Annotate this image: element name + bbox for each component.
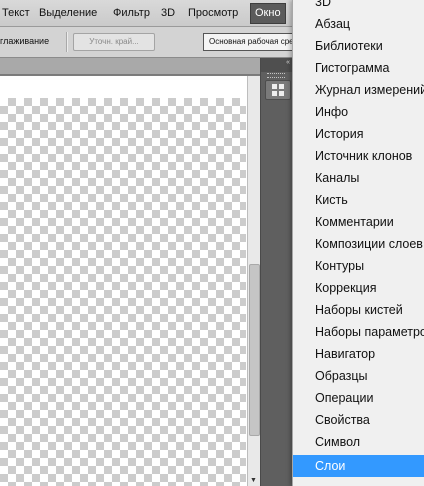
scroll-thumb[interactable]	[249, 264, 260, 436]
smoothing-label: глаживание	[0, 36, 50, 46]
menu-window[interactable]: Окно	[250, 3, 286, 24]
arrow-down-icon[interactable]: ▼	[250, 477, 257, 484]
menu-item-adjustments[interactable]: Коррекция	[293, 277, 424, 299]
dock-header: «	[261, 58, 293, 72]
menu-item-info[interactable]: Инфо	[293, 101, 424, 123]
menu-3d[interactable]: 3D	[161, 0, 175, 26]
transparent-canvas[interactable]	[0, 98, 246, 486]
menu-item-paragraph[interactable]: Абзац	[293, 13, 424, 35]
menu-item-tool-presets[interactable]: Наборы параметров	[293, 321, 424, 343]
menu-item-character[interactable]: Символ	[293, 431, 424, 453]
menu-item-navigator[interactable]: Навигатор	[293, 343, 424, 365]
dock-grip-handle[interactable]	[267, 73, 285, 78]
menu-item-histogram[interactable]: Гистограмма	[293, 57, 424, 79]
menu-item-properties[interactable]: Свойства	[293, 409, 424, 431]
options-separator	[66, 32, 68, 52]
panel-dock: «	[260, 58, 293, 486]
menu-select[interactable]: Выделение	[39, 0, 97, 26]
panel-grid-icon	[272, 84, 284, 96]
menu-item-libraries[interactable]: Библиотеки	[293, 35, 424, 57]
menu-item-history[interactable]: История	[293, 123, 424, 145]
document-area: ▼	[0, 58, 260, 486]
vertical-scrollbar[interactable]: ▼	[247, 76, 260, 486]
menu-item-layers[interactable]: Слои	[293, 455, 424, 477]
menu-view[interactable]: Просмотр	[188, 0, 238, 26]
menu-filter[interactable]: Фильтр	[113, 0, 150, 26]
menu-item-actions[interactable]: Операции	[293, 387, 424, 409]
menu-item-channels[interactable]: Каналы	[293, 167, 424, 189]
double-chevron-icon[interactable]: «	[286, 59, 290, 66]
menu-item-3d[interactable]: 3D	[293, 0, 424, 13]
panel-button[interactable]	[265, 80, 291, 100]
canvas-frame	[0, 76, 247, 486]
menu-item-swatches[interactable]: Образцы	[293, 365, 424, 387]
refine-edge-button[interactable]: Уточн. край...	[73, 33, 155, 51]
menu-text[interactable]: Текст	[2, 0, 30, 26]
menu-item-layer-comps[interactable]: Композиции слоев	[293, 233, 424, 255]
menu-item-notes[interactable]: Комментарии	[293, 211, 424, 233]
document-tab-strip	[0, 58, 260, 75]
window-menu-dropdown: 3D Абзац Библиотеки Гистограмма Журнал и…	[292, 0, 424, 486]
menu-item-brush[interactable]: Кисть	[293, 189, 424, 211]
menu-item-paths[interactable]: Контуры	[293, 255, 424, 277]
menu-item-clone-source[interactable]: Источник клонов	[293, 145, 424, 167]
menu-item-brush-presets[interactable]: Наборы кистей	[293, 299, 424, 321]
menu-item-measurement-log[interactable]: Журнал измерений	[293, 79, 424, 101]
